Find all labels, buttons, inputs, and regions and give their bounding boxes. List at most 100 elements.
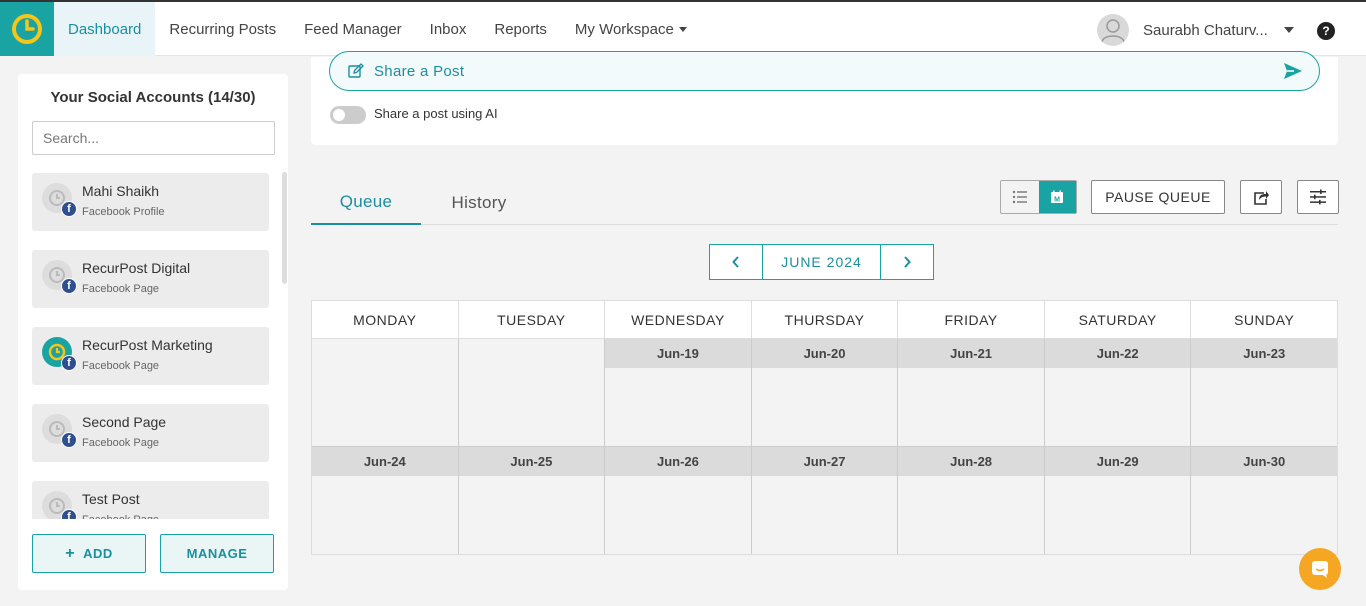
share-post-input[interactable]: Share a Post: [329, 51, 1320, 91]
nav-feed-manager[interactable]: Feed Manager: [290, 2, 416, 56]
calendar-date-label: Jun-25: [458, 447, 605, 476]
social-accounts-panel: Your Social Accounts (14/30) f Mahi Shai…: [18, 74, 288, 590]
prev-month-button[interactable]: [710, 245, 762, 279]
calendar-view-button[interactable]: M: [1038, 181, 1076, 213]
tab-history[interactable]: History: [426, 180, 532, 225]
share-post-card: Share a Post Share a post using AI: [311, 51, 1338, 145]
user-menu[interactable]: Saurabh Chaturv...: [1097, 14, 1294, 46]
nav-recurring-posts[interactable]: Recurring Posts: [155, 2, 290, 56]
export-button[interactable]: [1240, 180, 1282, 214]
view-mode-toggle: M: [1000, 180, 1077, 214]
user-name: Saurabh Chaturv...: [1143, 21, 1268, 39]
account-list: f Mahi Shaikh Facebook Profile f RecurPo…: [32, 173, 269, 519]
facebook-icon: f: [61, 201, 77, 217]
calendar-day-cell[interactable]: Jun-22: [1044, 339, 1192, 447]
account-item[interactable]: f Test Post Facebook Page: [32, 481, 269, 519]
filter-settings-button[interactable]: [1297, 180, 1339, 214]
chevron-down-icon: [1283, 27, 1294, 33]
logo-clock-icon: [12, 14, 42, 44]
account-search-input[interactable]: [32, 121, 275, 155]
calendar-day-cell[interactable]: Jun-21: [898, 339, 1045, 447]
day-header: MONDAY: [312, 301, 459, 338]
nav-inbox[interactable]: Inbox: [416, 2, 481, 56]
calendar-day-cell[interactable]: Jun-30: [1191, 447, 1338, 554]
calendar-day-cell[interactable]: Jun-26: [605, 447, 752, 554]
calendar-day-cell-empty: [312, 339, 459, 447]
calendar-day-cell[interactable]: Jun-20: [751, 339, 899, 447]
tab-queue[interactable]: Queue: [311, 180, 421, 225]
chevron-right-icon: [904, 256, 911, 268]
account-item[interactable]: f RecurPost Digital Facebook Page: [32, 250, 269, 308]
account-type: Facebook Page: [82, 283, 160, 295]
chat-icon: [1312, 561, 1328, 578]
facebook-icon: f: [61, 355, 77, 371]
calendar-day-cell[interactable]: Jun-23: [1191, 339, 1338, 447]
add-account-label: ADD: [83, 546, 113, 561]
day-header: SATURDAY: [1045, 301, 1192, 338]
calendar-icon: M: [1051, 190, 1064, 204]
account-type: Facebook Page: [82, 514, 159, 519]
caret-down-icon: [678, 26, 687, 32]
add-account-button[interactable]: + ADD: [32, 534, 146, 573]
calendar-date-label: Jun-28: [898, 447, 1044, 476]
calendar-date-label: Jun-23: [1191, 339, 1338, 368]
calendar-day-cell[interactable]: Jun-28: [898, 447, 1045, 554]
calendar-day-cell[interactable]: Jun-27: [751, 447, 899, 554]
next-month-button[interactable]: [881, 245, 933, 279]
account-item[interactable]: f RecurPost Marketing Facebook Page: [32, 327, 269, 385]
calendar-day-cell[interactable]: Jun-29: [1044, 447, 1192, 554]
calendar-date-label: Jun-29: [1044, 447, 1191, 476]
account-list-scrollbar[interactable]: [282, 172, 287, 284]
calendar-day-cell-empty: [458, 339, 606, 447]
share-post-label: Share a Post: [374, 62, 465, 80]
pause-queue-button[interactable]: PAUSE QUEUE: [1091, 180, 1225, 214]
calendar-day-cell[interactable]: Jun-24: [312, 447, 459, 554]
main-nav: Dashboard Recurring Posts Feed Manager I…: [54, 2, 701, 56]
calendar-day-cell[interactable]: Jun-19: [605, 339, 752, 447]
account-name: Second Page: [82, 414, 167, 430]
day-header: WEDNESDAY: [605, 301, 752, 338]
manage-accounts-button[interactable]: MANAGE: [160, 534, 274, 573]
day-header: TUESDAY: [459, 301, 606, 338]
ai-share-label: Share a post using AI: [374, 106, 498, 121]
account-name: RecurPost Marketing: [82, 337, 213, 353]
social-accounts-title: Your Social Accounts (14/30): [50, 89, 256, 106]
plus-icon: +: [65, 544, 76, 562]
day-header: FRIDAY: [898, 301, 1045, 338]
calendar-view-letter: M: [1054, 197, 1060, 204]
day-header: SUNDAY: [1234, 311, 1295, 328]
calendar-header: MONDAY TUESDAY WEDNESDAY THURSDAY FRIDAY…: [312, 301, 1337, 339]
account-item[interactable]: f Second Page Facebook Page: [32, 404, 269, 462]
account-item[interactable]: f Mahi Shaikh Facebook Profile: [32, 173, 269, 231]
ai-share-toggle[interactable]: [330, 106, 366, 124]
month-navigator: JUNE 2024: [709, 244, 934, 280]
calendar-date-label: Jun-24: [312, 447, 458, 476]
top-navbar: Dashboard Recurring Posts Feed Manager I…: [0, 0, 1366, 56]
nav-my-workspace-label: My Workspace: [574, 20, 674, 38]
facebook-icon: f: [61, 278, 77, 294]
user-avatar: [1097, 14, 1129, 46]
toggle-knob: [333, 109, 345, 121]
facebook-icon: f: [61, 509, 77, 519]
calendar-date-label: Jun-22: [1044, 339, 1191, 368]
help-icon[interactable]: ?: [1317, 22, 1335, 40]
calendar-week: Jun-19 Jun-20 Jun-21 Jun-22 Jun-23: [312, 339, 1338, 447]
user-silhouette-icon: [1101, 19, 1125, 43]
calendar-day-cell[interactable]: Jun-25: [458, 447, 606, 554]
queue-calendar: MONDAY TUESDAY WEDNESDAY THURSDAY FRIDAY…: [311, 300, 1338, 555]
current-month-label: JUNE 2024: [762, 245, 881, 279]
account-type: Facebook Page: [82, 360, 160, 372]
facebook-icon: f: [61, 432, 77, 448]
day-header: THURSDAY: [752, 301, 899, 338]
account-name: RecurPost Digital: [82, 260, 191, 276]
list-icon: [1012, 190, 1027, 204]
app-logo[interactable]: [0, 2, 54, 56]
calendar-date-label: Jun-27: [751, 447, 898, 476]
nav-my-workspace[interactable]: My Workspace: [561, 2, 701, 56]
send-icon[interactable]: [1283, 61, 1303, 81]
list-view-button[interactable]: [1001, 181, 1039, 213]
nav-dashboard[interactable]: Dashboard: [54, 2, 156, 56]
calendar-date-label: Jun-20: [751, 339, 898, 368]
chat-widget-button[interactable]: [1299, 548, 1341, 590]
nav-reports[interactable]: Reports: [480, 2, 561, 56]
